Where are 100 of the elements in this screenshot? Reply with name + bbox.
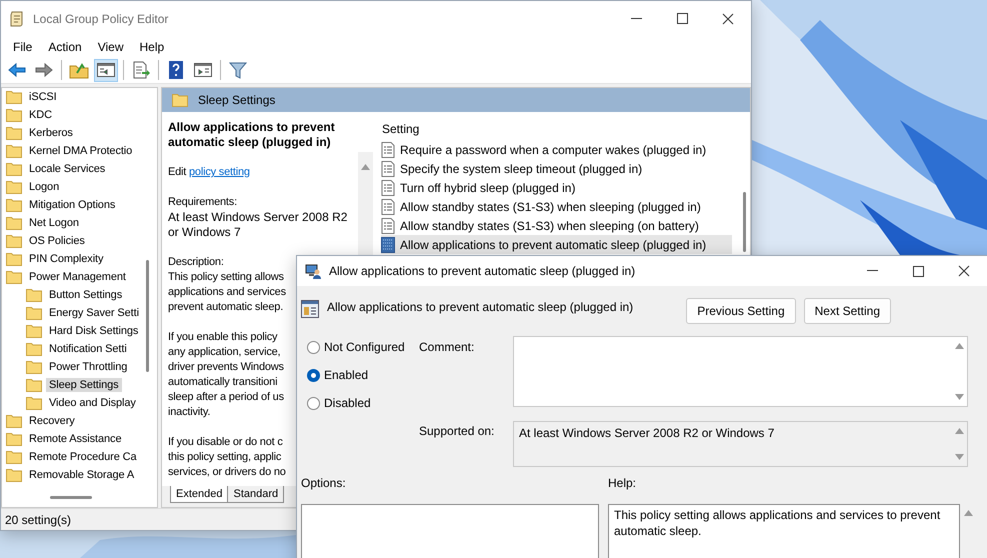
policy-title: Allow applications to prevent automatic sleep (plugged in) <box>168 120 336 150</box>
description-line: If you disable or do not c <box>168 435 283 450</box>
tree-item[interactable]: Remote Assistance <box>26 432 124 446</box>
tree-item[interactable]: Sleep Settings <box>46 378 122 392</box>
setting-row[interactable]: Specify the system sleep timeout (plugged in) <box>381 159 732 178</box>
tree-item[interactable]: Remote Procedure Ca <box>26 450 140 464</box>
state-option[interactable]: Not Configured <box>307 340 419 354</box>
setting-name: Allow standby states (S1-S3) when sleeping (on battery) <box>400 218 699 232</box>
policy-document-icon <box>381 198 395 214</box>
policy-setting-link[interactable]: policy setting <box>189 166 250 178</box>
menu-item[interactable]: File <box>5 40 40 54</box>
help-text: This policy setting allows applications and services to prevent automatic sleep. <box>608 504 960 558</box>
maximize-icon <box>676 13 688 24</box>
scroll-down-arrow-icon[interactable] <box>954 454 964 460</box>
setting-name: Allow applications to prevent automatic sleep (plugged in) <box>327 299 634 314</box>
status-text: 20 setting(s) <box>5 512 72 526</box>
folder-icon <box>6 144 22 158</box>
navigation-button[interactable]: Previous Setting <box>686 298 796 324</box>
supported-on-label: Supported on: <box>419 423 496 440</box>
description-line: applications and services <box>168 285 286 300</box>
menu-item[interactable]: Action <box>40 40 90 54</box>
folder-icon <box>6 252 22 266</box>
requirements-label: Requirements: <box>168 195 237 210</box>
setting-row[interactable]: Allow applications to prevent automatic sleep (plugged in) <box>381 235 732 254</box>
scroll-up-arrow-icon[interactable] <box>954 343 964 349</box>
tree-item[interactable]: iSCSI <box>26 90 60 104</box>
help-label: Help: <box>608 476 638 492</box>
tree-item[interactable]: PIN Complexity <box>26 252 106 266</box>
folder-icon <box>6 216 22 230</box>
setting-row[interactable]: Turn off hybrid sleep (plugged in) <box>381 178 732 197</box>
view-tab[interactable]: Extended <box>170 486 228 503</box>
tree-item[interactable]: Power Management <box>26 270 129 284</box>
setting-name: Specify the system sleep timeout (plugged in) <box>400 162 642 176</box>
scrollbar-thumb[interactable] <box>743 192 746 252</box>
description-line: inactivity. <box>168 405 210 420</box>
tree-item[interactable]: Locale Services <box>26 162 108 176</box>
setting-name: Allow applications to prevent automatic sleep (plugged in) <box>400 238 706 252</box>
tree-item[interactable]: Video and Display <box>46 396 139 410</box>
folder-icon <box>6 450 22 464</box>
tree-item[interactable]: Mitigation Options <box>26 198 118 212</box>
radio-button[interactable] <box>307 368 320 382</box>
tree-item[interactable]: Kerberos <box>26 126 76 140</box>
navigation-button[interactable]: Next Setting <box>804 298 891 324</box>
state-option[interactable]: Enabled <box>307 368 419 382</box>
radio-button[interactable] <box>307 340 320 354</box>
tree-item[interactable]: Recovery <box>26 414 78 428</box>
tree-item[interactable]: OS Policies <box>26 234 88 248</box>
tree-item[interactable]: Logon <box>26 180 62 194</box>
tree-pane-button[interactable] <box>94 58 118 82</box>
description-line: sleep after a period of us <box>168 390 284 405</box>
view-tab[interactable]: Standard <box>227 486 284 503</box>
description-label: Description: <box>168 255 224 270</box>
policy-document-icon <box>381 160 395 176</box>
description-line: any application, service, <box>168 345 280 360</box>
scroll-down-arrow-icon[interactable] <box>954 394 964 400</box>
supported-on-text: At least Windows Server 2008 R2 or Windows 7 <box>518 425 776 442</box>
menu-item[interactable]: Help <box>132 40 172 54</box>
dialog-title: Allow applications to prevent automatic sleep (plugged in) <box>329 264 636 278</box>
radio-button[interactable] <box>307 396 320 410</box>
setting-name: Allow standby states (S1-S3) when sleeping (plugged in) <box>400 200 701 214</box>
policy-window-icon <box>301 300 319 318</box>
close-icon <box>722 12 734 24</box>
tree-item[interactable]: Kernel DMA Protectio <box>26 144 136 158</box>
column-header[interactable]: Setting <box>381 118 750 140</box>
folder-icon <box>6 90 22 104</box>
policy-document-icon <box>381 180 395 196</box>
close-icon <box>958 265 970 277</box>
setting-row[interactable]: Require a password when a computer wakes (plugged in) <box>381 140 732 159</box>
scrollbar-thumb[interactable] <box>50 496 92 499</box>
tree-item[interactable]: Notification Setti <box>46 342 130 356</box>
tree-item[interactable]: Net Logon <box>26 216 82 230</box>
tree-item[interactable]: Power Throttling <box>46 360 130 374</box>
minimize-icon <box>866 270 878 272</box>
state-option[interactable]: Disabled <box>307 396 419 410</box>
folder-icon <box>26 288 42 302</box>
scroll-up-arrow-icon[interactable] <box>964 510 972 516</box>
tree-item[interactable]: Button Settings <box>46 288 126 302</box>
folder-icon <box>26 396 42 410</box>
folder-icon <box>6 198 22 212</box>
maximize-icon <box>912 266 924 276</box>
scrollbar-thumb[interactable] <box>146 260 149 372</box>
setting-row[interactable]: Allow standby states (S1-S3) when sleeping (plugged in) <box>381 197 732 216</box>
folder-icon <box>6 414 22 428</box>
setting-row[interactable]: Allow standby states (S1-S3) when sleeping (on battery) <box>381 216 732 235</box>
tree-item[interactable]: Hard Disk Settings <box>46 324 142 338</box>
window-title: Local Group Policy Editor <box>33 12 170 26</box>
comment-field[interactable] <box>513 336 968 407</box>
folder-icon <box>6 108 22 122</box>
folder-icon <box>172 93 188 107</box>
scroll-up-arrow-icon[interactable] <box>954 428 964 434</box>
folder-icon <box>26 342 42 356</box>
tree-item[interactable]: KDC <box>26 108 55 122</box>
description-line: automatically transitioni <box>168 375 278 390</box>
menu-item[interactable]: View <box>90 40 132 54</box>
tree-item[interactable]: Energy Saver Setti <box>46 306 142 320</box>
tree-item[interactable]: Removable Storage A <box>26 468 138 482</box>
policy-document-icon <box>381 236 395 252</box>
scroll-up-arrow-icon[interactable] <box>361 164 370 170</box>
policy-document-icon <box>381 218 395 234</box>
edit-policy-text: Edit policy setting <box>168 165 251 180</box>
